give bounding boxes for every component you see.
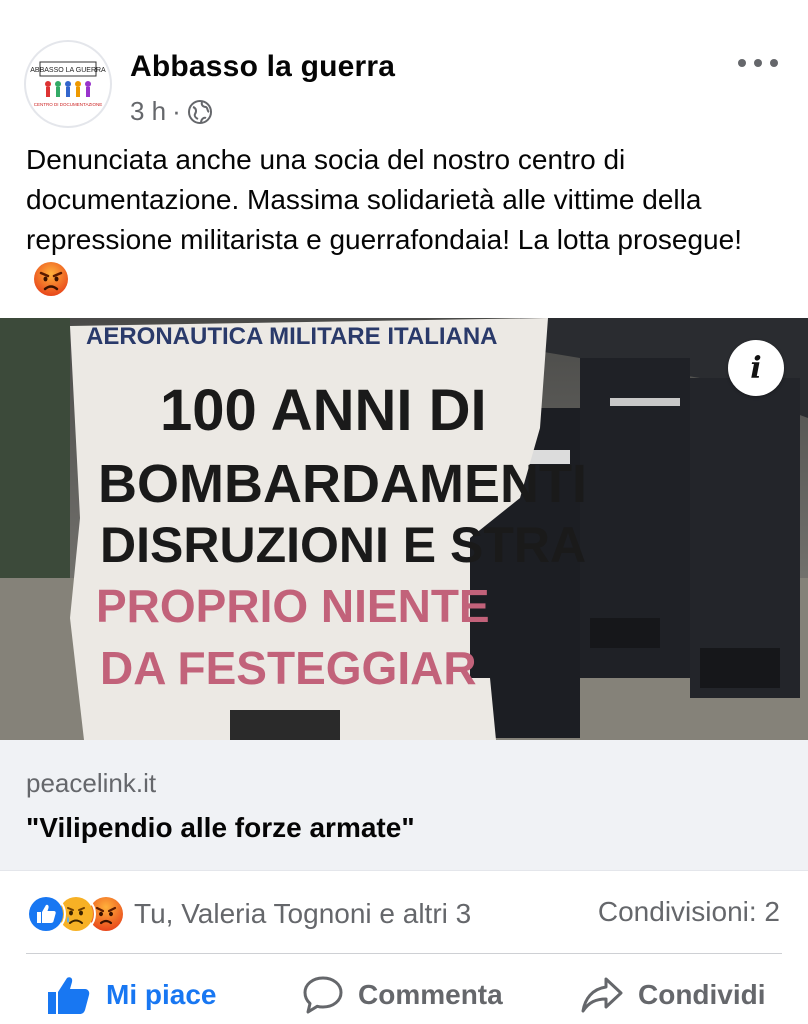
post-header: ABBASSO LA GUERRA CENTRO DI DOCUMENTAZIO… bbox=[0, 0, 808, 140]
banner-line-6: DA FESTEGGIAR bbox=[100, 642, 477, 694]
reactions-text: Tu, Valeria Tognoni e altri 3 bbox=[134, 898, 472, 929]
share-label: Condividi bbox=[638, 979, 766, 1010]
actions-divider bbox=[26, 953, 782, 954]
banner-line-3: BOMBARDAMENTI bbox=[98, 454, 587, 514]
comment-label: Commenta bbox=[358, 979, 503, 1010]
thumbs-up-icon bbox=[48, 977, 90, 1014]
like-button[interactable]: Mi piace bbox=[46, 966, 216, 1024]
post-text: Denunciata anche una socia del nostro ce… bbox=[26, 140, 786, 301]
share-arrow-icon bbox=[581, 977, 623, 1013]
globe-icon bbox=[187, 99, 212, 124]
more-dot bbox=[754, 59, 762, 67]
post-actions: Mi piace Commenta Condividi bbox=[0, 966, 808, 1024]
more-dot bbox=[770, 59, 778, 67]
more-dot bbox=[738, 59, 746, 67]
angry-face-emoji bbox=[34, 262, 68, 296]
banner-line-4: DISRUZIONI E STRA bbox=[100, 517, 586, 573]
shares-count[interactable]: Condivisioni: 2 bbox=[598, 896, 780, 928]
banner-line-5: PROPRIO NIENTE bbox=[96, 580, 490, 632]
link-title: "Vilipendio alle forze armate" bbox=[26, 812, 415, 843]
reactions-summary[interactable]: Tu, Valeria Tognoni e altri 3 bbox=[26, 894, 471, 934]
info-button[interactable]: i bbox=[728, 340, 784, 396]
page-name[interactable]: Abbasso la guerra bbox=[130, 50, 395, 84]
like-label: Mi piace bbox=[106, 979, 217, 1010]
share-button[interactable]: Condividi bbox=[580, 966, 766, 1024]
banner-line-2: 100 ANNI DI bbox=[160, 378, 487, 443]
post-meta: 3 h · bbox=[130, 96, 213, 127]
more-options-button[interactable] bbox=[738, 48, 778, 78]
like-reaction-icon bbox=[26, 894, 66, 934]
link-domain: peacelink.it bbox=[26, 768, 157, 798]
avatar-banner-text: ABBASSO LA GUERRA bbox=[30, 67, 106, 74]
post-body: Denunciata anche una socia del nostro ce… bbox=[26, 144, 742, 255]
protest-photo: AERONAUTICA MILITARE ITALIANA 100 ANNI D… bbox=[0, 318, 808, 740]
post-time[interactable]: 3 h bbox=[130, 96, 166, 127]
meta-separator: · bbox=[172, 96, 181, 126]
comment-button[interactable]: Commenta bbox=[302, 966, 503, 1024]
link-preview-image[interactable]: AERONAUTICA MILITARE ITALIANA 100 ANNI D… bbox=[0, 318, 808, 740]
comment-icon bbox=[303, 976, 343, 1014]
banner-line-1: AERONAUTICA MILITARE ITALIANA bbox=[86, 323, 498, 350]
page-avatar[interactable]: ABBASSO LA GUERRA CENTRO DI DOCUMENTAZIO… bbox=[24, 40, 112, 128]
avatar-caption: CENTRO DI DOCUMENTAZIONE bbox=[34, 102, 102, 107]
link-preview-meta[interactable]: peacelink.it "Vilipendio alle forze arma… bbox=[0, 740, 808, 871]
page-logo: ABBASSO LA GUERRA CENTRO DI DOCUMENTAZIO… bbox=[30, 61, 106, 107]
